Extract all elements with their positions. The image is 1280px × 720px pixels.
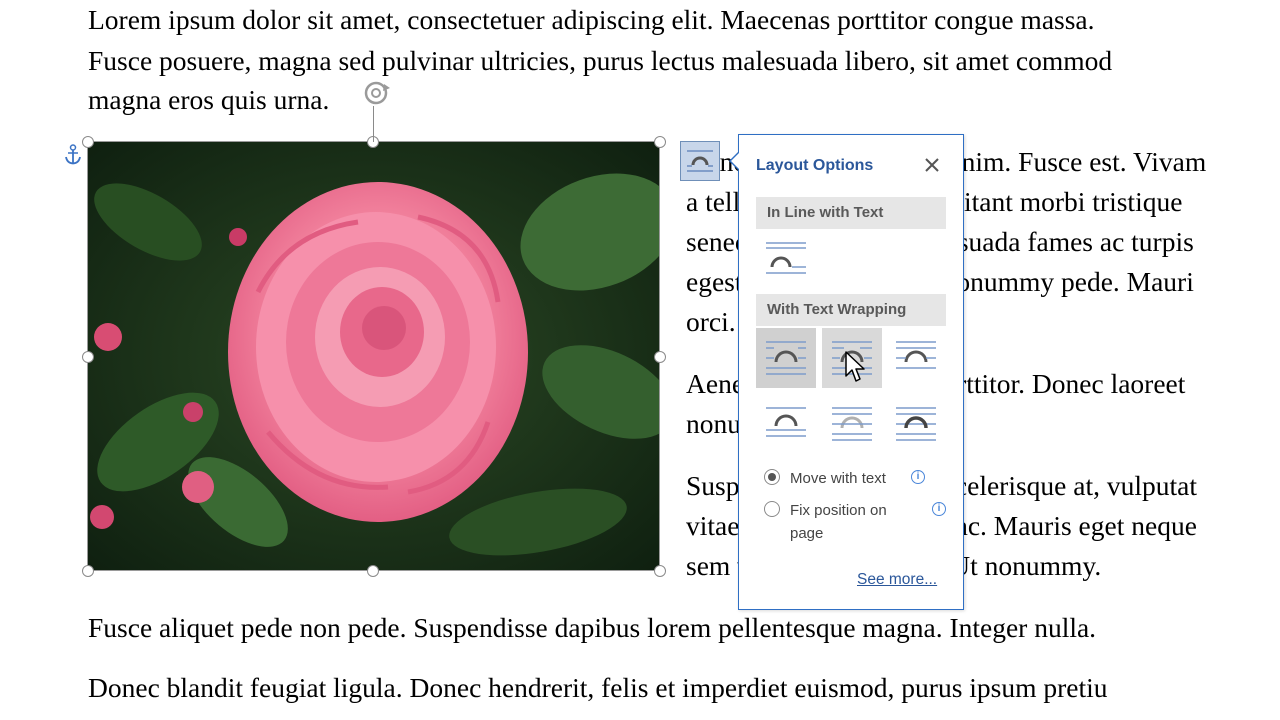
see-more-link[interactable]: See more... (857, 571, 937, 589)
wrap-option-inline[interactable] (756, 231, 816, 291)
radio-button[interactable] (764, 469, 780, 485)
wrap-option-behind-text[interactable] (822, 394, 882, 454)
resize-handle-bottom-right[interactable] (654, 565, 666, 577)
rose-picture[interactable] (88, 142, 660, 571)
doc-line: orci. (686, 306, 736, 337)
wrap-option-square[interactable] (756, 328, 816, 388)
resize-handle-top-left[interactable] (82, 136, 94, 148)
doc-line: Fusce aliquet pede non pede. Suspendisse… (88, 612, 1097, 643)
layout-wrap-icon (687, 150, 713, 172)
resize-handle-right[interactable] (654, 351, 666, 363)
in-front-of-text-icon (896, 407, 936, 441)
radio-move-label: Move with text (790, 470, 886, 487)
info-icon[interactable]: i (932, 502, 946, 516)
info-icon[interactable]: i (911, 470, 925, 484)
radio-button[interactable] (764, 501, 780, 517)
rotation-stem (373, 106, 374, 142)
layout-options-button[interactable] (680, 141, 720, 181)
through-wrap-icon (896, 341, 936, 369)
top-and-bottom-icon (766, 407, 806, 437)
rotate-icon[interactable] (360, 78, 396, 108)
mouse-pointer-icon (845, 351, 865, 382)
doc-line: Donec blandit feugiat ligula. Donec hend… (88, 672, 1108, 703)
doc-line: Fusce posuere, magna sed pulvinar ultric… (88, 45, 1113, 76)
square-wrap-icon (766, 341, 806, 375)
resize-handle-bottom-left[interactable] (82, 565, 94, 577)
section-inline-header: In Line with Text (756, 197, 946, 229)
wrap-option-through[interactable] (886, 328, 946, 388)
doc-line: Lorem ipsum dolor sit amet, consectetuer… (88, 4, 1095, 35)
rose-image (88, 142, 660, 571)
flyout-pointer-inner (731, 153, 739, 169)
wrap-option-top-bottom[interactable] (756, 394, 816, 454)
behind-text-icon (832, 407, 872, 441)
radio-fix-label: Fix position on (790, 502, 887, 519)
radio-fix-label-cont: page (790, 525, 824, 542)
resize-handle-top-right[interactable] (654, 136, 666, 148)
doc-line: magna eros quis urna. (88, 84, 330, 115)
layout-options-title: Layout Options (756, 157, 874, 174)
anchor-icon (65, 144, 81, 165)
resize-handle-bottom[interactable] (367, 565, 379, 577)
wrap-option-in-front[interactable] (886, 394, 946, 454)
resize-handle-left[interactable] (82, 351, 94, 363)
section-wrapping-header: With Text Wrapping (756, 294, 946, 326)
close-icon[interactable] (922, 155, 942, 175)
inline-with-text-icon (766, 242, 806, 274)
